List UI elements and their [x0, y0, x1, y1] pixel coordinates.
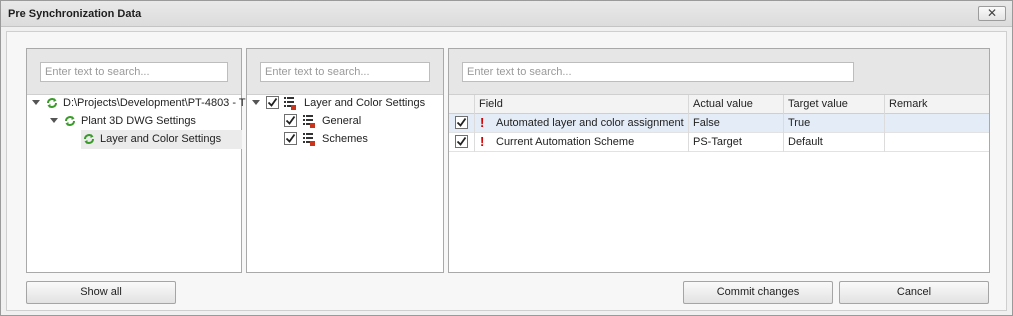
tree-node-project[interactable]: D:\Projects\Development\PT-4803 - T [27, 94, 246, 112]
tree-node-layer-color[interactable]: Layer and Color Settings [27, 130, 241, 148]
row-checkbox[interactable] [455, 116, 468, 129]
source-search-input[interactable] [40, 62, 228, 82]
tree-node-label: Layer and Color Settings [100, 133, 222, 145]
grid-search-bar [449, 49, 989, 95]
category-search-bar [247, 49, 443, 95]
sync-icon [65, 116, 75, 126]
title-bar: Pre Synchronization Data ✕ [1, 1, 1012, 27]
grid-header: Field Actual value Target value Remark [449, 95, 989, 114]
tree-node-label: Layer and Color Settings [304, 97, 426, 109]
source-tree-panel: D:\Projects\Development\PT-4803 - T Plan… [26, 48, 246, 273]
row-select-cell[interactable] [449, 114, 475, 133]
list-icon [303, 115, 315, 128]
check-icon [456, 117, 467, 127]
actual-value-cell[interactable]: False [689, 114, 784, 133]
check-icon [456, 136, 467, 146]
close-button[interactable]: ✕ [978, 6, 1006, 21]
field-value: Current Automation Scheme [496, 136, 635, 148]
header-actual-value[interactable]: Actual value [689, 95, 784, 114]
tree-node-label: D:\Projects\Development\PT-4803 - T [63, 97, 246, 109]
source-search-bar [27, 49, 241, 95]
actual-value-cell[interactable]: PS-Target [689, 133, 784, 152]
warning-icon: ! [480, 134, 485, 149]
tree-node-schemes[interactable]: Schemes [247, 130, 443, 148]
field-cell[interactable]: ! Automated layer and color assignment [475, 114, 689, 133]
tree-node-label: Schemes [322, 133, 368, 145]
checkbox[interactable] [284, 114, 297, 127]
expand-arrow-icon[interactable] [252, 100, 260, 105]
cancel-button[interactable]: Cancel [839, 281, 989, 304]
window-title: Pre Synchronization Data [8, 8, 142, 20]
show-all-button[interactable]: Show all [26, 281, 176, 304]
field-cell[interactable]: ! Current Automation Scheme [475, 133, 689, 152]
table-row[interactable]: ! Current Automation Scheme PS-Target De… [449, 133, 989, 152]
grid-search-input[interactable] [462, 62, 854, 82]
remark-cell[interactable] [885, 114, 989, 133]
checkbox[interactable] [284, 132, 297, 145]
header-target-value[interactable]: Target value [784, 95, 885, 114]
row-select-cell[interactable] [449, 133, 475, 152]
tree-node-layer-color-settings[interactable]: Layer and Color Settings [247, 94, 443, 112]
warning-icon: ! [480, 115, 485, 130]
remark-cell[interactable] [885, 133, 989, 152]
check-icon [267, 97, 278, 107]
close-icon: ✕ [986, 6, 998, 20]
header-remark[interactable]: Remark [885, 95, 989, 114]
header-field[interactable]: Field [475, 95, 689, 114]
category-search-input[interactable] [260, 62, 430, 82]
list-icon [284, 97, 296, 110]
expand-arrow-icon[interactable] [50, 118, 58, 123]
dialog-content: D:\Projects\Development\PT-4803 - T Plan… [6, 31, 1007, 311]
header-select-column[interactable] [449, 95, 475, 114]
tree-node-label: General [322, 115, 362, 127]
check-icon [285, 115, 296, 125]
pre-sync-dialog: Pre Synchronization Data ✕ D:\Projects\D… [0, 0, 1013, 316]
commit-changes-button[interactable]: Commit changes [683, 281, 833, 304]
expand-arrow-icon[interactable] [32, 100, 40, 105]
differences-grid-panel: Field Actual value Target value Remark !… [448, 48, 990, 273]
sync-icon [47, 98, 57, 108]
target-value-cell[interactable]: True [784, 114, 885, 133]
check-icon [285, 133, 296, 143]
tree-node-label: Plant 3D DWG Settings [81, 115, 196, 127]
tree-node-dwg-settings[interactable]: Plant 3D DWG Settings [27, 112, 241, 130]
list-icon [303, 133, 315, 146]
target-value-cell[interactable]: Default [784, 133, 885, 152]
field-value: Automated layer and color assignment [496, 117, 684, 129]
table-row[interactable]: ! Automated layer and color assignment F… [449, 114, 989, 133]
tree-node-general[interactable]: General [247, 112, 443, 130]
sync-icon [84, 134, 94, 144]
category-tree-panel: Layer and Color Settings General [246, 48, 444, 273]
checkbox[interactable] [266, 96, 279, 109]
row-checkbox[interactable] [455, 135, 468, 148]
